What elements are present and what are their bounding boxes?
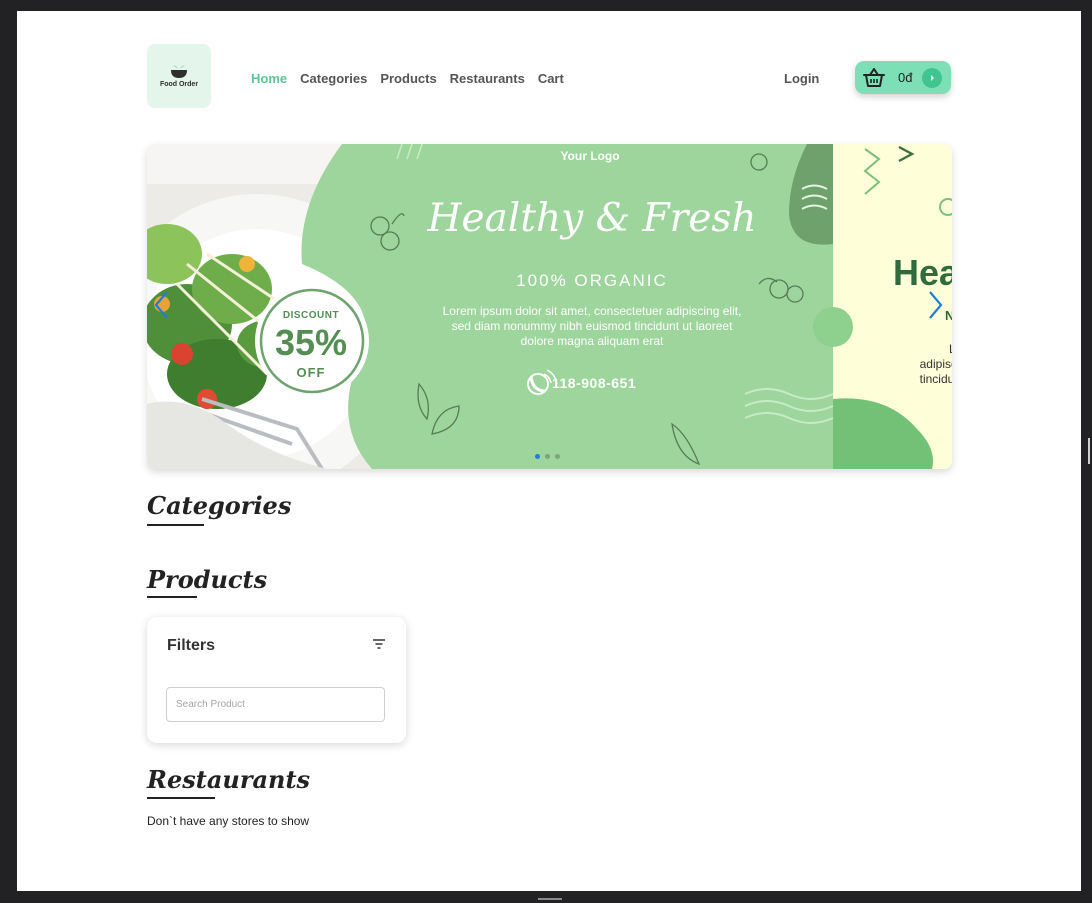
app-logo[interactable]: Food Order <box>147 44 211 108</box>
categories-underline <box>147 524 204 526</box>
banner-headline: Healthy & Fresh <box>427 196 757 241</box>
restaurants-underline <box>147 797 215 799</box>
search-product-input[interactable] <box>166 687 385 722</box>
nav-restaurants[interactable]: Restaurants <box>450 71 525 86</box>
filters-card: Filters <box>147 617 406 743</box>
banner-your-logo: Your Logo <box>560 149 620 163</box>
bowl-icon <box>171 65 187 78</box>
cart-button[interactable]: 0đ <box>855 61 951 94</box>
discount-off: OFF <box>296 365 326 380</box>
chevron-right-icon <box>929 291 943 319</box>
banner-phone: 118-908-651 <box>552 375 637 391</box>
restaurants-heading: Restaurants <box>147 765 311 794</box>
nav-cart[interactable]: Cart <box>538 71 564 86</box>
filter-icon[interactable] <box>372 638 386 650</box>
main-nav: Home Categories Products Restaurants Car… <box>251 71 564 86</box>
next-slide-headline: Hea <box>893 252 952 293</box>
carousel-next-button[interactable] <box>923 290 947 320</box>
filters-title: Filters <box>167 637 216 654</box>
cart-total: 0đ <box>898 70 913 85</box>
chevron-left-icon <box>154 291 168 319</box>
page: Food Order Home Categories Products Rest… <box>17 11 1081 891</box>
carousel-prev-button[interactable] <box>150 290 174 320</box>
basket-icon <box>863 67 885 87</box>
promo-carousel[interactable]: Your Logo Healthy & Fresh 100% ORGANIC L… <box>147 144 952 469</box>
scrollbar-thumb[interactable] <box>1088 438 1090 464</box>
next-slide-body: Lore adipiscing tincidu vol <box>919 342 952 386</box>
carousel-dots <box>535 454 560 459</box>
banner-subline: 100% ORGANIC <box>516 271 668 290</box>
discount-value: 35% <box>274 322 348 363</box>
products-underline <box>147 596 197 598</box>
nav-products[interactable]: Products <box>380 71 436 86</box>
nav-categories[interactable]: Categories <box>300 71 367 86</box>
resize-handle[interactable] <box>538 898 562 900</box>
carousel-dot[interactable] <box>555 454 560 459</box>
app-logo-text: Food Order <box>159 80 199 88</box>
restaurants-empty-message: Don`t have any stores to show <box>147 814 310 828</box>
chevron-right-icon <box>922 67 942 88</box>
discount-word: DISCOUNT <box>282 310 340 321</box>
carousel-dot[interactable] <box>535 454 540 459</box>
products-heading: Products <box>147 565 268 594</box>
banner-body: Lorem ipsum dolor sit amet, consectetuer… <box>442 304 742 348</box>
login-link[interactable]: Login <box>784 71 819 86</box>
nav-home[interactable]: Home <box>251 71 287 86</box>
carousel-dot[interactable] <box>545 454 550 459</box>
categories-heading: Categories <box>147 491 292 520</box>
